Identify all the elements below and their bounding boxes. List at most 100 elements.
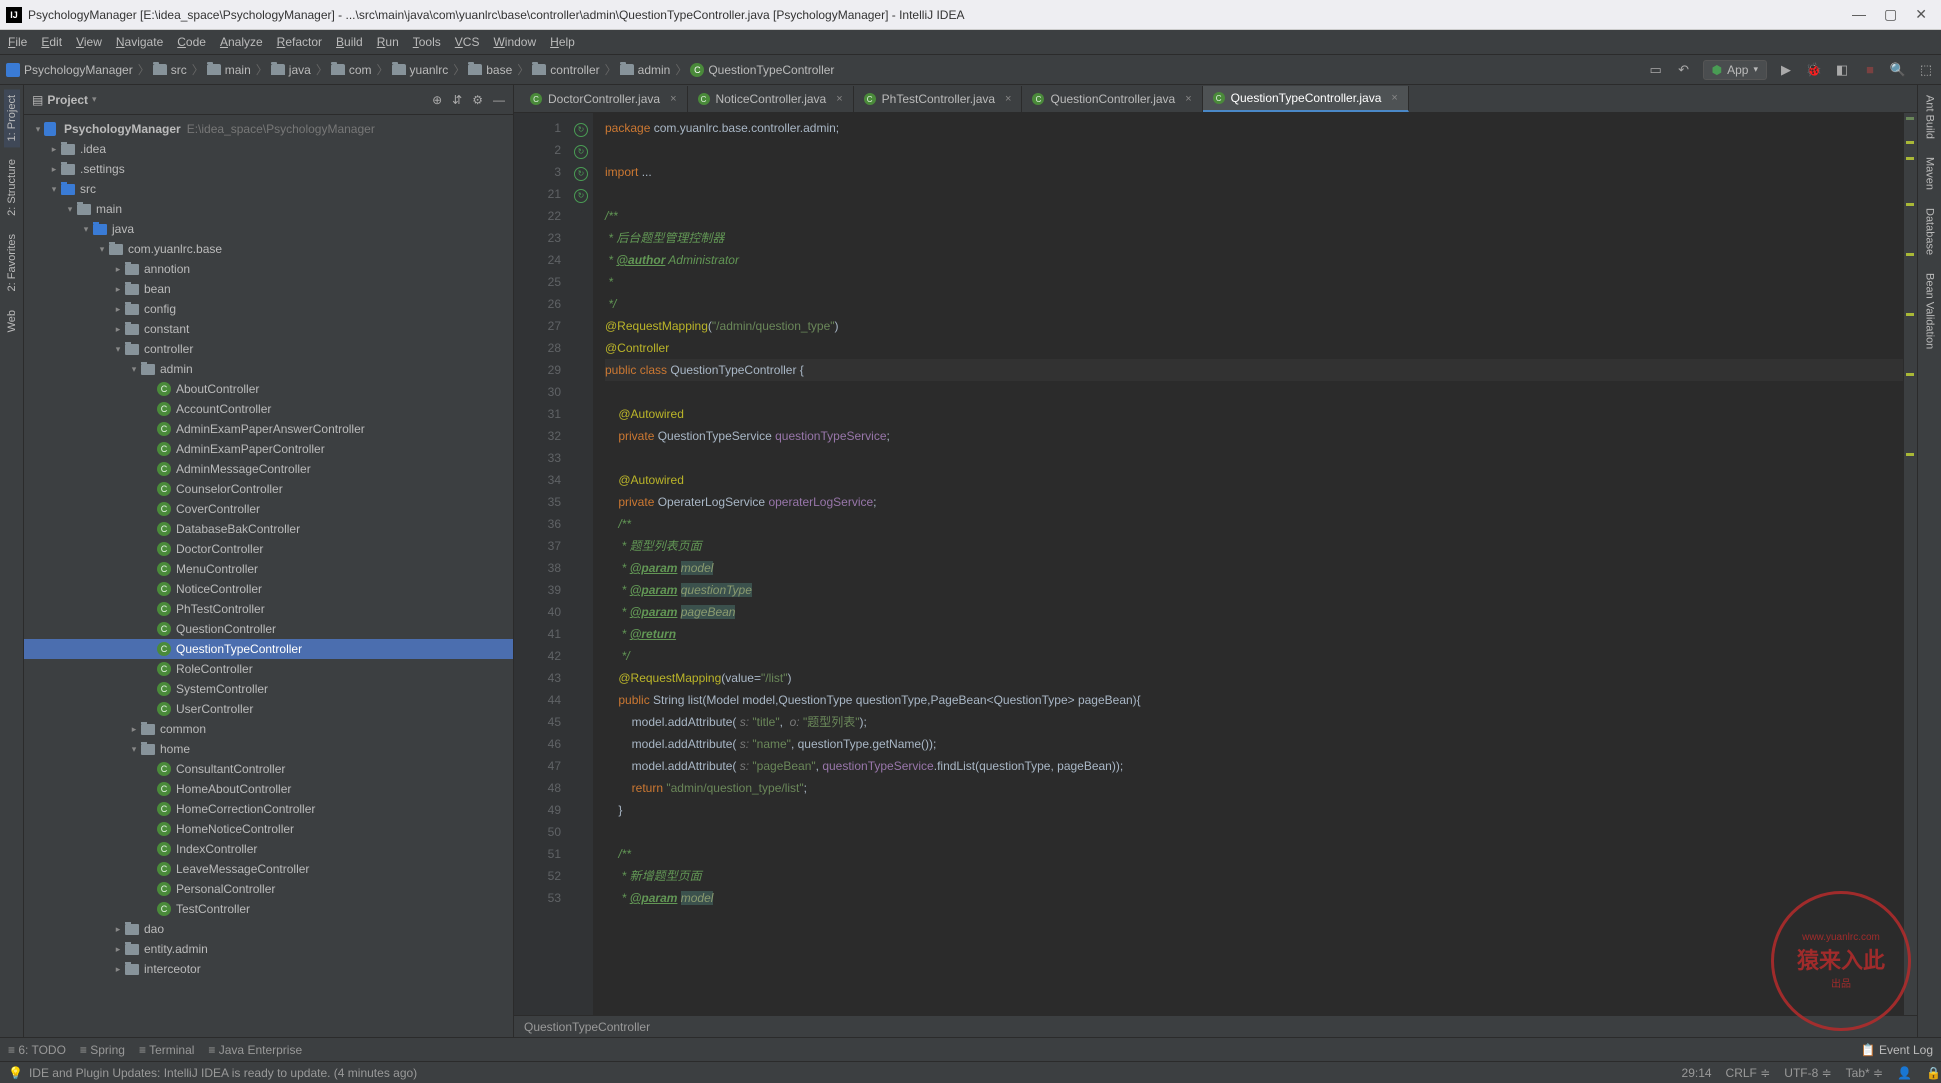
ide-message[interactable]: IDE and Plugin Updates: IntelliJ IDEA is… [29, 1066, 417, 1080]
menu-build[interactable]: Build [336, 35, 363, 49]
tree-settings[interactable]: ▸.settings [24, 159, 513, 179]
tree-src[interactable]: ▾src [24, 179, 513, 199]
tree-root[interactable]: ▾PsychologyManagerE:\idea_space\Psycholo… [24, 119, 513, 139]
search-icon[interactable]: 🔍 [1889, 61, 1907, 79]
tree-java[interactable]: ▾java [24, 219, 513, 239]
breadcrumb-base[interactable]: base [468, 63, 512, 77]
gutter-tab----project[interactable]: 1: Project [4, 89, 20, 147]
editor-tab-NoticeController[interactable]: CNoticeController.java× [688, 86, 854, 112]
tree-class-HomeCorrectionController[interactable]: CHomeCorrectionController [24, 799, 513, 819]
tree-class-DoctorController[interactable]: CDoctorController [24, 539, 513, 559]
close-tab-icon[interactable]: × [1005, 93, 1011, 105]
tree-annotion[interactable]: ▸annotion [24, 259, 513, 279]
close-tab-icon[interactable]: × [836, 93, 842, 105]
tree-class-RoleController[interactable]: CRoleController [24, 659, 513, 679]
tree-class-LeaveMessageController[interactable]: CLeaveMessageController [24, 859, 513, 879]
tree-main[interactable]: ▾main [24, 199, 513, 219]
line-separator[interactable]: CRLF ≑ [1726, 1066, 1771, 1080]
tree-bean[interactable]: ▸bean [24, 279, 513, 299]
tree-class-CounselorController[interactable]: CCounselorController [24, 479, 513, 499]
close-tab-icon[interactable]: × [1185, 93, 1191, 105]
tree-dao[interactable]: ▸dao [24, 919, 513, 939]
tree-common[interactable]: ▸common [24, 719, 513, 739]
run-coverage-button[interactable]: ◧ [1833, 61, 1851, 79]
bottom-tab-java-enterprise[interactable]: ≡ Java Enterprise [208, 1043, 302, 1057]
tree-class-QuestionController[interactable]: CQuestionController [24, 619, 513, 639]
tree-class-TestController[interactable]: CTestController [24, 899, 513, 919]
tree-class-PhTestController[interactable]: CPhTestController [24, 599, 513, 619]
menu-vcs[interactable]: VCS [455, 35, 480, 49]
collapse-all-icon[interactable]: ⇵ [452, 93, 462, 107]
gutter-tab-bean-validation[interactable]: Bean Validation [1922, 267, 1938, 355]
tree-class-AccountController[interactable]: CAccountController [24, 399, 513, 419]
menu-window[interactable]: Window [493, 35, 536, 49]
menu-help[interactable]: Help [550, 35, 575, 49]
breadcrumb-src[interactable]: src [153, 63, 187, 77]
editor-body[interactable]: 1232122232425262728293031323334353637383… [514, 113, 1917, 1015]
tree-class-MenuController[interactable]: CMenuController [24, 559, 513, 579]
tree-class-ConsultantController[interactable]: CConsultantController [24, 759, 513, 779]
layout-icon[interactable]: ▭ [1647, 61, 1665, 79]
scroll-from-source-icon[interactable]: ⊕ [432, 93, 442, 107]
close-button[interactable]: ✕ [1915, 6, 1927, 23]
tree-class-DatabaseBakController[interactable]: CDatabaseBakController [24, 519, 513, 539]
breadcrumb-yuanlrc[interactable]: yuanlrc [392, 63, 449, 77]
settings-gear-icon[interactable]: ⚙ [472, 93, 483, 107]
tree-class-QuestionTypeController[interactable]: CQuestionTypeController [24, 639, 513, 659]
tree-pkg[interactable]: ▾com.yuanlrc.base [24, 239, 513, 259]
hide-panel-icon[interactable]: — [493, 93, 505, 107]
gutter-tab-database[interactable]: Database [1922, 202, 1938, 261]
tree-interceptor[interactable]: ▸interceotor [24, 959, 513, 979]
event-log-button[interactable]: 📋 Event Log [1861, 1043, 1933, 1057]
breadcrumb-java[interactable]: java [271, 63, 311, 77]
tree-entity-admin[interactable]: ▸entity.admin [24, 939, 513, 959]
tree-idea[interactable]: ▸.idea [24, 139, 513, 159]
menu-file[interactable]: File [8, 35, 27, 49]
stop-button[interactable]: ■ [1861, 61, 1879, 79]
tree-class-AboutController[interactable]: CAboutController [24, 379, 513, 399]
close-tab-icon[interactable]: × [670, 93, 676, 105]
update-bulb-icon[interactable]: 💡 [8, 1066, 23, 1080]
caret-position[interactable]: 29:14 [1682, 1066, 1712, 1080]
bottom-tab-terminal[interactable]: ≡ Terminal [139, 1043, 194, 1057]
tree-class-NoticeController[interactable]: CNoticeController [24, 579, 513, 599]
bottom-tab-spring[interactable]: ≡ Spring [80, 1043, 125, 1057]
tree-class-PersonalController[interactable]: CPersonalController [24, 879, 513, 899]
menu-tools[interactable]: Tools [413, 35, 441, 49]
breadcrumb-controller[interactable]: controller [532, 63, 599, 77]
tree-class-HomeNoticeController[interactable]: CHomeNoticeController [24, 819, 513, 839]
editor-tab-QuestionController[interactable]: CQuestionController.java× [1022, 86, 1202, 112]
gutter-tab-ant-build[interactable]: Ant Build [1922, 89, 1938, 145]
breadcrumb-admin[interactable]: admin [620, 63, 671, 77]
menu-refactor[interactable]: Refactor [277, 35, 322, 49]
tree-class-AdminExamPaperAnswerController[interactable]: CAdminExamPaperAnswerController [24, 419, 513, 439]
project-panel-title[interactable]: Project [47, 93, 88, 107]
indent-info[interactable]: Tab* ≑ [1846, 1066, 1883, 1080]
code-content[interactable]: package com.yuanlrc.base.controller.admi… [593, 113, 1903, 1015]
editor-tab-QuestionTypeController[interactable]: CQuestionTypeController.java× [1203, 86, 1409, 112]
tree-class-IndexController[interactable]: CIndexController [24, 839, 513, 859]
run-button[interactable]: ▶ [1777, 61, 1795, 79]
tree-class-CoverController[interactable]: CCoverController [24, 499, 513, 519]
error-stripe[interactable] [1903, 113, 1917, 1015]
tree-admin[interactable]: ▾admin [24, 359, 513, 379]
gutter-tab----structure[interactable]: 2: Structure [4, 153, 20, 222]
breadcrumb-main[interactable]: main [207, 63, 251, 77]
tree-class-AdminExamPaperController[interactable]: CAdminExamPaperController [24, 439, 513, 459]
lock-icon[interactable]: 🔒 [1926, 1066, 1941, 1080]
back-icon[interactable]: ↶ [1675, 61, 1693, 79]
editor-tab-PhTestController[interactable]: CPhTestController.java× [854, 86, 1023, 112]
settings-icon[interactable]: ⬚ [1917, 61, 1935, 79]
tree-home[interactable]: ▾home [24, 739, 513, 759]
menu-navigate[interactable]: Navigate [116, 35, 163, 49]
gutter-tab-web[interactable]: Web [4, 304, 20, 338]
close-tab-icon[interactable]: × [1391, 92, 1397, 104]
gutter-tab----favorites[interactable]: 2: Favorites [4, 228, 20, 297]
editor-breadcrumb[interactable]: QuestionTypeController [514, 1015, 1917, 1037]
maximize-button[interactable]: ▢ [1884, 6, 1897, 23]
tree-class-HomeAboutController[interactable]: CHomeAboutController [24, 779, 513, 799]
menu-analyze[interactable]: Analyze [220, 35, 263, 49]
run-config-selector[interactable]: ⬢App▾ [1703, 60, 1767, 80]
menu-view[interactable]: View [76, 35, 102, 49]
gutter-tab-maven[interactable]: Maven [1922, 151, 1938, 196]
